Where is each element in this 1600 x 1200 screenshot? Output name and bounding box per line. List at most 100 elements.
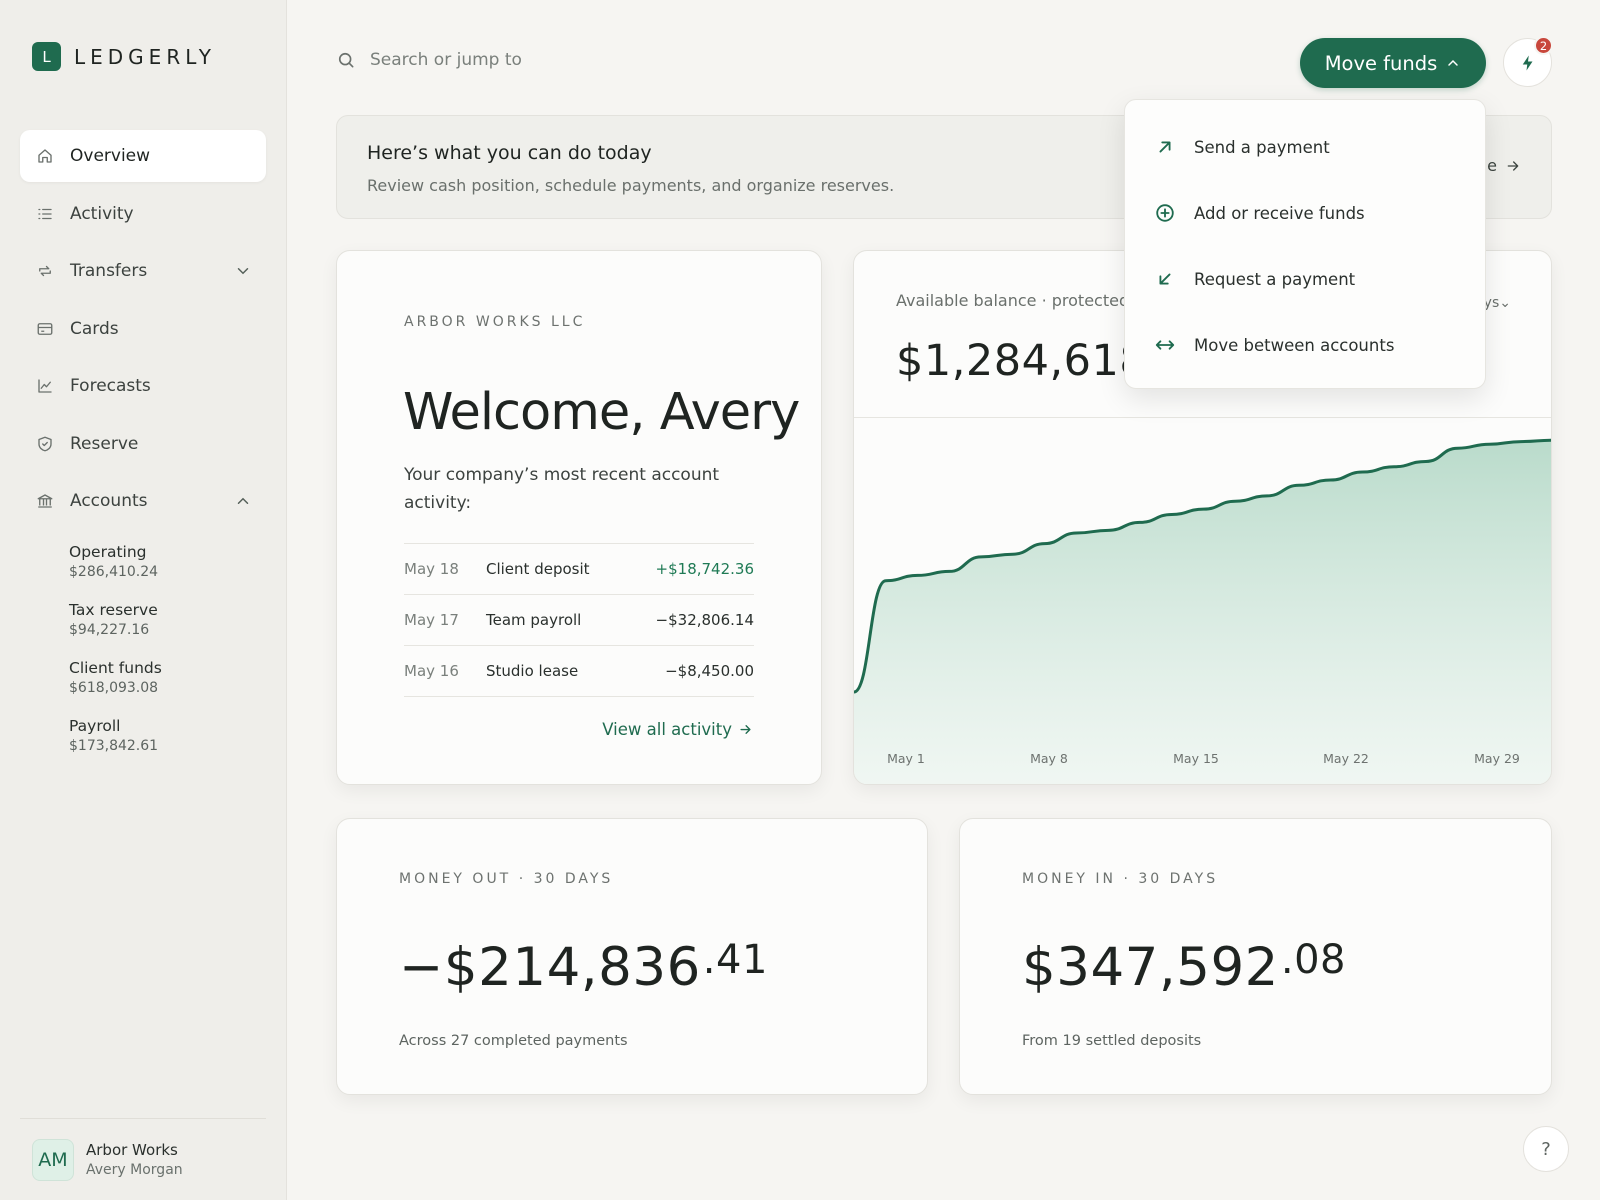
menu-item-move-between-accounts[interactable]: Move between accounts [1125, 312, 1485, 378]
account-operating[interactable]: Operating $286,410.24 [69, 542, 162, 582]
range-select[interactable]: ys⌄ [1484, 295, 1511, 311]
transaction-amount: −$32,806.14 [655, 611, 754, 629]
balance-chart: May 1 May 8 May 15 May 22 May 29 [854, 438, 1551, 784]
nav-item-activity[interactable]: Activity [20, 188, 266, 240]
x-tick-label: May 29 [1474, 751, 1520, 766]
arrows-horizontal-icon [1154, 334, 1176, 356]
arrow-up-right-icon [1154, 136, 1176, 158]
account-balance: $173,842.61 [69, 738, 159, 754]
account-name: Payroll [69, 717, 121, 735]
chevron-up-icon [1448, 59, 1459, 66]
transfer-icon [36, 262, 54, 280]
card-icon [36, 320, 54, 338]
balance-dollars: $1,284,618 [896, 336, 1148, 386]
nav-item-overview[interactable]: Overview [20, 130, 266, 182]
banner-subtitle: Review cash position, schedule payments,… [367, 176, 895, 195]
welcome-card: ARBOR WORKS LLC Welcome, Avery Your comp… [336, 250, 822, 785]
nav-label: Transfers [70, 261, 148, 281]
search-bar [336, 50, 670, 70]
chevron-down-icon[interactable] [234, 262, 252, 280]
money-in-label: MONEY IN · 30 DAYS [1022, 871, 1219, 887]
plus-circle-icon [1154, 202, 1176, 224]
nav-item-reserve[interactable]: Reserve [20, 418, 266, 470]
transaction-date: May 16 [404, 662, 459, 680]
brand[interactable]: L LEDGERLY [32, 42, 216, 71]
main-nav: Overview Activity Transfers Cards Foreca… [20, 130, 266, 533]
nav-label: Cards [70, 318, 119, 339]
banner-link-label: e [1487, 156, 1497, 175]
shield-icon [36, 435, 54, 453]
x-tick-label: May 1 [887, 751, 925, 766]
move-funds-menu: Send a payment Add or receive funds Requ… [1124, 99, 1486, 389]
chart-area [854, 440, 1551, 784]
view-all-activity-link[interactable]: View all activity [602, 720, 753, 739]
x-tick-label: May 22 [1323, 751, 1369, 766]
menu-item-request-payment[interactable]: Request a payment [1125, 246, 1485, 312]
account-client-funds[interactable]: Client funds $618,093.08 [69, 658, 162, 698]
banner-link[interactable]: e [1487, 156, 1521, 175]
search-input[interactable] [370, 50, 670, 70]
arrow-right-icon [1507, 160, 1519, 171]
logo-icon: L [32, 42, 61, 71]
transaction-row[interactable]: May 16 Studio lease −$8,450.00 [404, 646, 754, 697]
welcome-title: Welcome, Avery [403, 383, 800, 442]
nav-label: Activity [70, 203, 134, 224]
transaction-date: May 18 [404, 560, 459, 578]
account-tax-reserve[interactable]: Tax reserve $94,227.16 [69, 600, 162, 640]
money-in-cents: .08 [1280, 937, 1347, 983]
money-out-cents: .41 [702, 937, 768, 983]
home-icon [36, 147, 54, 165]
x-tick-label: May 8 [1030, 751, 1068, 766]
user-org: Arbor Works [86, 1140, 178, 1159]
account-payroll[interactable]: Payroll $173,842.61 [69, 716, 162, 756]
account-name: Client funds [69, 659, 162, 677]
sidebar: L LEDGERLY Overview Activity Transfers C… [0, 0, 287, 1200]
account-name: Tax reserve [69, 601, 158, 619]
list-icon [36, 205, 54, 223]
range-label: ys [1483, 295, 1500, 311]
menu-item-send-payment[interactable]: Send a payment [1125, 114, 1485, 180]
money-out-note: Across 27 completed payments [399, 1033, 628, 1049]
bank-icon [36, 492, 54, 510]
nav-label: Overview [70, 146, 151, 166]
transaction-description: Client deposit [486, 560, 590, 578]
transaction-date: May 17 [404, 611, 459, 629]
nav-label: Forecasts [70, 376, 151, 396]
money-out-amount: −$214,836.41 [399, 937, 768, 998]
money-out-card: MONEY OUT · 30 DAYS −$214,836.41 Across … [336, 818, 928, 1095]
chart-icon [36, 377, 54, 395]
money-in-amount: $347,592.08 [1022, 937, 1346, 998]
recent-transactions: May 18 Client deposit +$18,742.36 May 17… [404, 543, 754, 697]
transaction-row[interactable]: May 17 Team payroll −$32,806.14 [404, 595, 754, 646]
move-funds-label: Move funds [1324, 51, 1438, 75]
x-tick-label: May 15 [1173, 751, 1219, 766]
bolt-icon [1522, 55, 1532, 70]
balance-label: Available balance · protected [896, 291, 1130, 310]
menu-item-label: Add or receive funds [1194, 203, 1365, 223]
move-funds-button[interactable]: Move funds [1300, 38, 1486, 88]
nav-item-forecasts[interactable]: Forecasts [20, 360, 266, 412]
nav-item-accounts[interactable]: Accounts [20, 475, 266, 527]
money-out-label: MONEY OUT · 30 DAYS [399, 871, 614, 887]
user-menu[interactable]: AM Arbor Works Avery Morgan [20, 1118, 266, 1200]
account-balance: $94,227.16 [69, 622, 150, 638]
nav-item-transfers[interactable]: Transfers [20, 245, 266, 297]
notifications-button[interactable]: 2 [1503, 36, 1553, 87]
company-name: ARBOR WORKS LLC [404, 314, 586, 330]
money-in-card: MONEY IN · 30 DAYS $347,592.08 From 19 s… [959, 818, 1552, 1095]
menu-item-label: Send a payment [1194, 137, 1330, 157]
notification-badge: 2 [1534, 36, 1553, 55]
menu-item-add-funds[interactable]: Add or receive funds [1125, 180, 1485, 246]
account-list: Operating $286,410.24 Tax reserve $94,22… [69, 542, 162, 774]
nav-label: Accounts [70, 491, 148, 511]
transaction-description: Studio lease [486, 662, 579, 680]
arrow-down-left-icon [1154, 268, 1176, 290]
transaction-description: Team payroll [486, 611, 582, 629]
help-button[interactable]: ? [1523, 1126, 1569, 1172]
nav-item-cards[interactable]: Cards [20, 303, 266, 355]
money-out-dollars: −$214,836 [399, 937, 701, 998]
arrow-right-icon [740, 725, 751, 734]
chevron-up-icon[interactable] [234, 492, 252, 510]
banner-title: Here’s what you can do today [367, 142, 652, 164]
transaction-row[interactable]: May 18 Client deposit +$18,742.36 [404, 544, 754, 595]
